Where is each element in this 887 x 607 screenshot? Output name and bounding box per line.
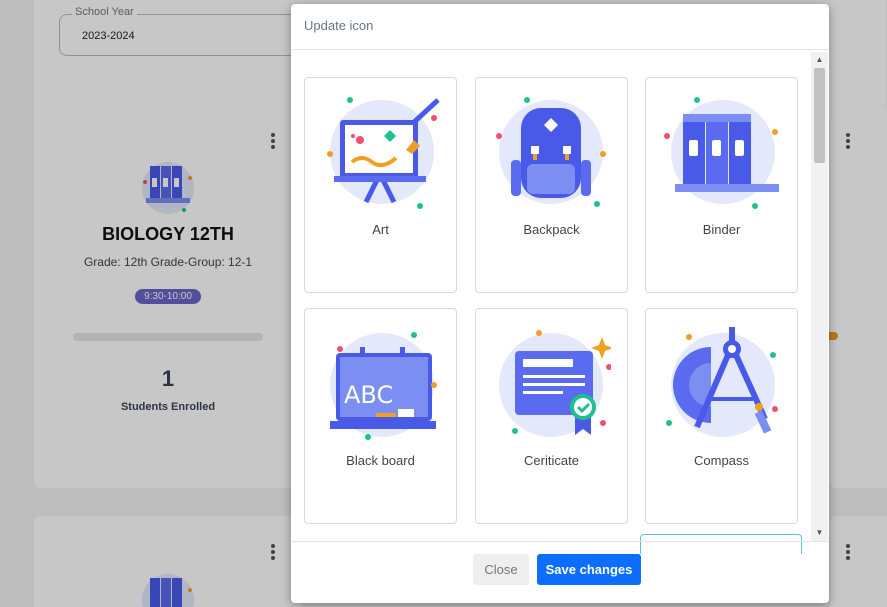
icon-label-compass: Compass (694, 453, 749, 468)
binder-icon (664, 97, 779, 209)
modal-title: Update icon (304, 18, 374, 33)
modal-footer: Close Save changes (291, 541, 829, 603)
scroll-down-arrow-icon[interactable]: ▼ (811, 527, 828, 539)
save-changes-button[interactable]: Save changes (537, 554, 641, 585)
icon-option-binder[interactable]: Binder (645, 77, 798, 293)
update-icon-modal: Update icon Art Backpack Binder ABC Blac… (291, 4, 829, 603)
icon-label-art: Art (372, 222, 389, 237)
compass-icon (666, 327, 778, 437)
icon-option-backpack[interactable]: Backpack (475, 77, 628, 293)
icon-label-certificate: Ceriticate (524, 453, 579, 468)
icon-label-blackboard: Black board (346, 453, 415, 468)
certificate-icon (499, 330, 611, 437)
icon-option-blackboard[interactable]: ABC Black board (304, 308, 457, 524)
art-easel-icon (327, 97, 440, 209)
icon-option-art[interactable]: Art (304, 77, 457, 293)
icon-option-certificate[interactable]: Ceriticate (475, 308, 628, 524)
backpack-icon (496, 97, 606, 207)
close-button[interactable]: Close (473, 554, 529, 585)
modal-body: Art Backpack Binder ABC Black board Ceri… (291, 50, 829, 541)
scroll-up-arrow-icon[interactable]: ▲ (811, 54, 828, 66)
scroll-thumb[interactable] (814, 68, 825, 163)
svg-text:ABC: ABC (344, 381, 393, 409)
icon-label-binder: Binder (702, 222, 741, 237)
blackboard-icon: ABC (330, 332, 437, 440)
modal-scrollbar[interactable]: ▲ ▼ (811, 52, 828, 541)
modal-header: Update icon (291, 4, 829, 50)
icon-option-compass[interactable]: Compass (645, 308, 798, 524)
icon-label-backpack: Backpack (523, 222, 580, 237)
